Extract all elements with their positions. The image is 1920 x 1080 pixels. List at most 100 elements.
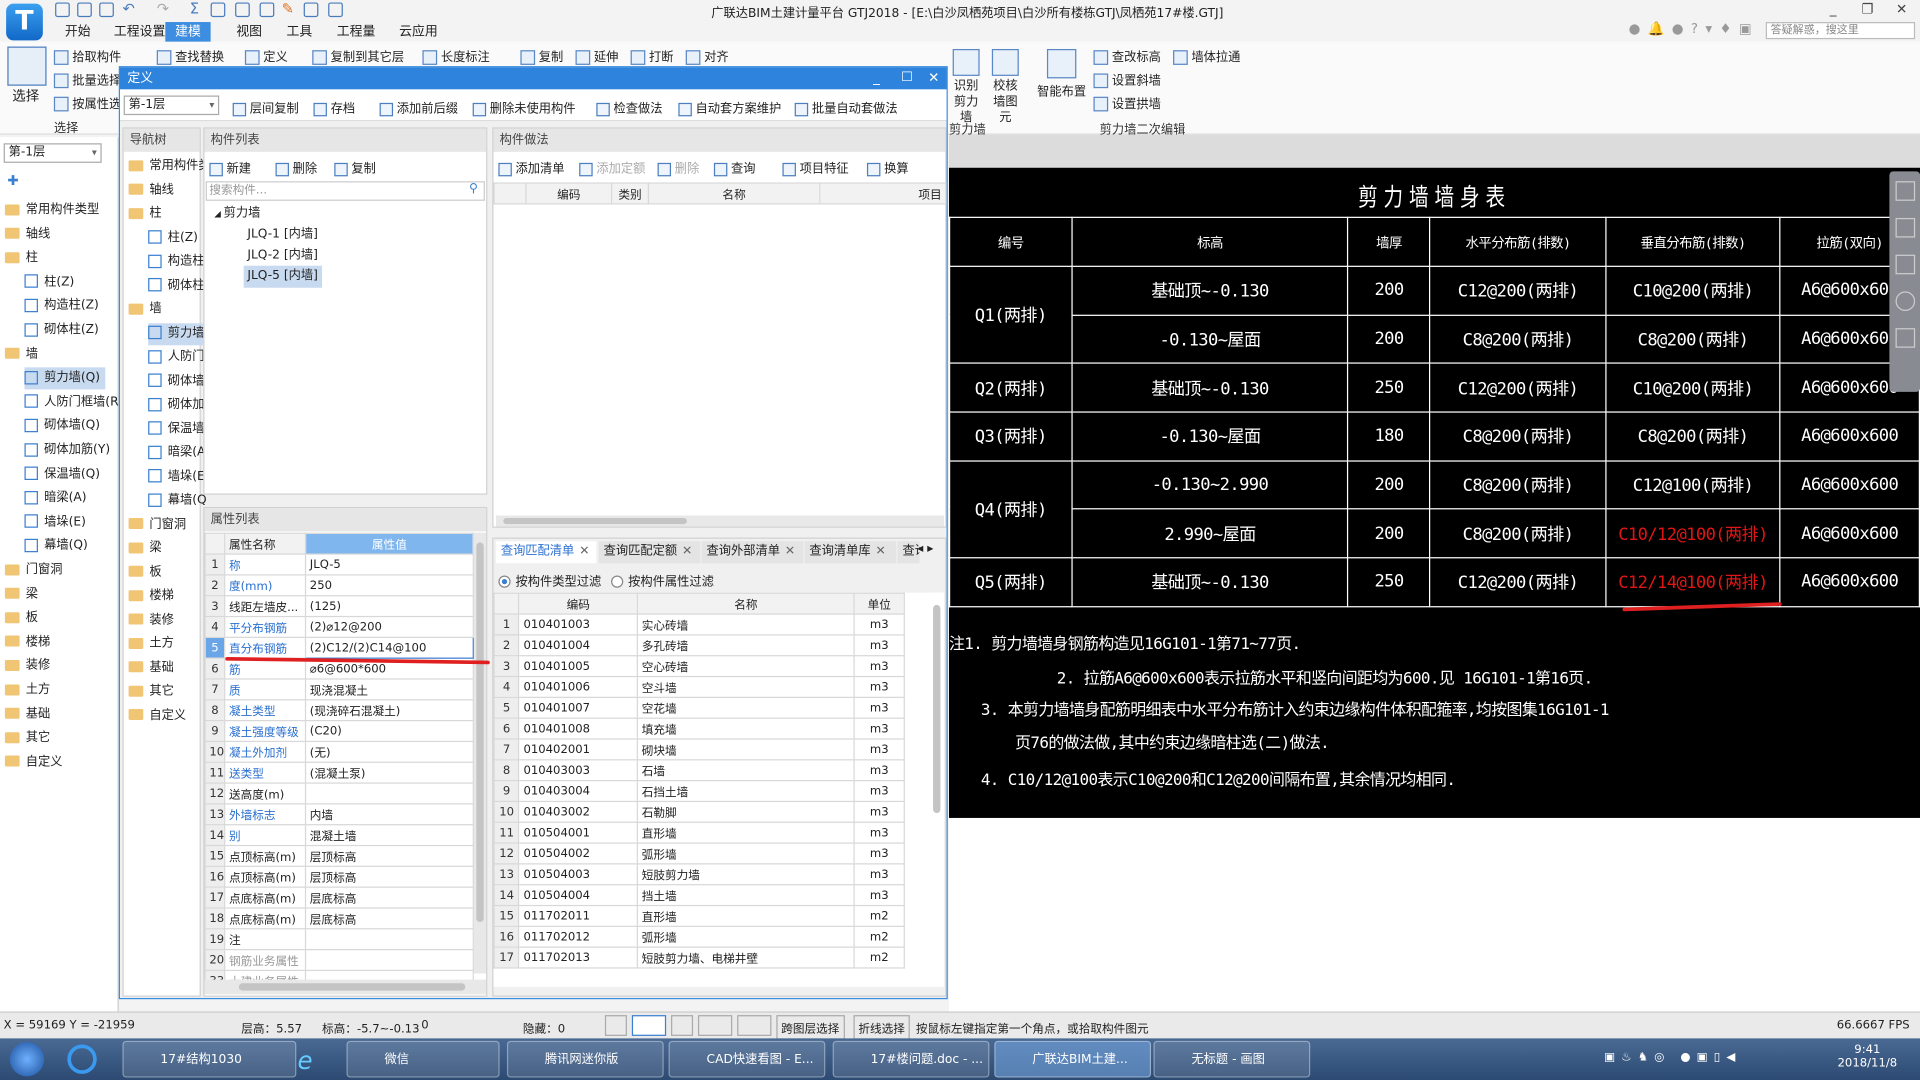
cad-cell[interactable]: A6@600x600	[1779, 411, 1920, 462]
edit-tool-1-button[interactable]: 设置斜墙	[1093, 70, 1161, 89]
add-icon[interactable]: ✚	[7, 173, 18, 189]
cad-cell[interactable]: 250	[1347, 362, 1431, 413]
left-tree-item[interactable]: 保温墙(Q)	[24, 464, 104, 486]
select-button[interactable]: 选择	[12, 86, 39, 106]
nav-tree-item[interactable]: 轴线	[128, 179, 179, 201]
col-prop-name[interactable]: 属性名称	[224, 532, 307, 555]
cad-canvas[interactable]: 剪力墙墙身表 编号 标高 墙厚 水平分布筋(排数) 垂直分布筋(排数) 拉筋(双向) Q1(…	[948, 167, 1920, 818]
left-tree-item[interactable]: 土方	[4, 680, 55, 702]
close-button[interactable]: ✕	[1889, 1, 1913, 17]
component-item[interactable]: JLQ-1 [内墙]	[244, 224, 322, 246]
undo-icon[interactable]: ↶	[122, 0, 134, 17]
left-tree-item[interactable]: 构造柱(Z)	[24, 296, 103, 318]
nav-tree-item[interactable]: 幕墙(Q	[148, 490, 211, 512]
left-tree-item[interactable]: 剪力墙(Q)	[24, 367, 105, 390]
save-icon[interactable]	[55, 2, 70, 18]
cad-cell[interactable]: -0.130~2.990	[1071, 460, 1349, 510]
tray-icons[interactable]: ▣♨♞◎ ●▣▯◀	[1604, 1051, 1741, 1064]
dialog-tool-2-button[interactable]: 添加前后缀	[379, 98, 458, 116]
query-tab-2[interactable]: 查询外部清单 ✕	[701, 541, 804, 564]
left-tree-item[interactable]: 轴线	[4, 224, 55, 246]
cad-cell[interactable]: C8@200(两排)	[1429, 460, 1607, 510]
taskbar-item[interactable]: 广联达BIM土建...	[994, 1040, 1152, 1078]
query-row[interactable]: 12 010504002 弧形墙 m3	[493, 842, 905, 865]
query-row[interactable]: 10 010403002 石勒脚 m3	[493, 800, 905, 823]
cad-cell[interactable]: C10@200(两排)	[1605, 265, 1781, 316]
component-item[interactable]: JLQ-5 [内墙]	[243, 265, 322, 288]
nav-tree-item[interactable]: 柱(Z)	[148, 227, 203, 249]
search-icon[interactable]: ⚲	[469, 182, 478, 195]
left-tree-item[interactable]: 板	[4, 608, 43, 630]
component-tool-2-button[interactable]: 复制	[334, 158, 376, 176]
property-value[interactable]: (无)	[304, 740, 474, 763]
left-tree-item[interactable]: 砌体墙(Q)	[24, 416, 104, 438]
left-tree-item[interactable]: 人防门框墙(R	[24, 392, 123, 414]
left-tree-item[interactable]: 暗梁(A)	[24, 488, 91, 510]
dialog-close-button[interactable]: ✕	[928, 70, 939, 86]
cad-cell[interactable]: C10/12@100(两排)	[1605, 508, 1781, 559]
dialog-tool-1-button[interactable]: 存档	[313, 98, 355, 116]
col-code[interactable]: 编码	[525, 182, 613, 205]
nav-tree-item[interactable]: 剪力墙	[148, 322, 210, 345]
view-icon[interactable]	[235, 2, 250, 18]
cad-wall-id[interactable]: Q1(两排)	[948, 265, 1073, 365]
col-item[interactable]: 项目	[819, 182, 947, 205]
left-tree-item[interactable]: 柱(Z)	[24, 272, 79, 294]
property-value[interactable]: 内墙	[304, 803, 474, 826]
ribbon-tool-5-button[interactable]: 延伸	[575, 47, 618, 65]
left-tree-item[interactable]: 基础	[4, 704, 55, 726]
query-vscrollbar[interactable]	[930, 592, 943, 985]
ie-icon[interactable]: e	[298, 1046, 313, 1075]
menu-tab-2[interactable]: 建模	[165, 22, 211, 42]
query-row[interactable]: 17 011702013 短肢剪力墙、电梯井壁 m2	[493, 946, 905, 969]
ribbon-tool-1-button[interactable]: 定义	[244, 47, 288, 65]
nav-tree-item[interactable]: 暗梁(A	[148, 442, 210, 464]
taskbar-item[interactable]: 腾讯网迷你版	[506, 1040, 664, 1078]
left-tree-item[interactable]: 其它	[4, 728, 55, 750]
col-type[interactable]: 类别	[611, 182, 649, 205]
dialog-maximize-button[interactable]: □	[901, 70, 913, 83]
open-folder-icon[interactable]	[99, 2, 114, 18]
ribbon-tool-4-button[interactable]: 复制	[520, 47, 563, 65]
menu-tab-3[interactable]: 视图	[227, 22, 272, 42]
expand-icon[interactable]: ◢	[214, 209, 223, 219]
nav-tree-item[interactable]: 装修	[128, 609, 179, 631]
minimize-button[interactable]: _	[1821, 1, 1845, 17]
polyline-select-button[interactable]: 折线选择	[853, 1015, 910, 1040]
cad-cell[interactable]: C8@200(两排)	[1605, 411, 1781, 462]
property-value[interactable]	[304, 782, 474, 805]
taskbar-item[interactable]: 17#楼问题.doc - ...	[832, 1040, 990, 1078]
left-tree-item[interactable]: 梁	[4, 584, 43, 606]
filter-radio-0[interactable]: 按构件类型过滤	[498, 571, 601, 589]
cad-cell[interactable]: C8@200(两排)	[1605, 314, 1781, 365]
property-value[interactable]: 层底标高	[304, 886, 474, 909]
taskbar-item[interactable]: 微信	[346, 1040, 500, 1078]
property-vscrollbar[interactable]	[473, 532, 487, 974]
select-item-1-button[interactable]: 批量选择	[53, 70, 121, 89]
ribbon-tool-3-button[interactable]: 长度标注	[422, 47, 490, 65]
drawing-area[interactable]	[948, 817, 1920, 1012]
dialog-tool-3-button[interactable]: 删除未使用构件	[472, 98, 576, 116]
col-header-0[interactable]: 编码	[518, 592, 639, 615]
property-row[interactable]: 5 直分布钢筋 (2)C12/(2)C14@100	[204, 636, 474, 659]
query-row[interactable]: 4 010401006 空斗墙 m3	[493, 675, 905, 698]
nav-tree-item[interactable]: 门窗洞	[128, 514, 191, 536]
3d-view-icon[interactable]	[1894, 181, 1915, 201]
menu-tab-5[interactable]: 工程量	[327, 22, 385, 42]
taskbar-item[interactable]: 无标题 - 画图	[1153, 1040, 1311, 1078]
property-value[interactable]: 层顶标高	[304, 865, 474, 888]
cad-cell[interactable]: 200	[1347, 460, 1431, 510]
property-row[interactable]: 7 质现浇混凝土	[204, 678, 474, 701]
shear-tool-1-button[interactable]: 校核墙图元	[988, 48, 1022, 126]
nav-tree-item[interactable]: 板	[128, 561, 167, 583]
property-value[interactable]	[304, 948, 474, 972]
left-tree-item[interactable]: 墙垛(E)	[24, 512, 90, 534]
property-row[interactable]: 3 线距左墙皮... (125)	[204, 595, 474, 618]
orthogonal-toggle[interactable]	[604, 1015, 627, 1036]
property-hscrollbar[interactable]	[204, 979, 487, 995]
cad-cell[interactable]: A6@600x600	[1779, 508, 1920, 559]
method-tool-4-button[interactable]: 项目特征	[782, 158, 849, 176]
component-tool-1-button[interactable]: 删除	[275, 158, 317, 176]
report-icon[interactable]	[210, 2, 226, 18]
left-tree-item[interactable]: 门窗洞	[4, 560, 67, 582]
